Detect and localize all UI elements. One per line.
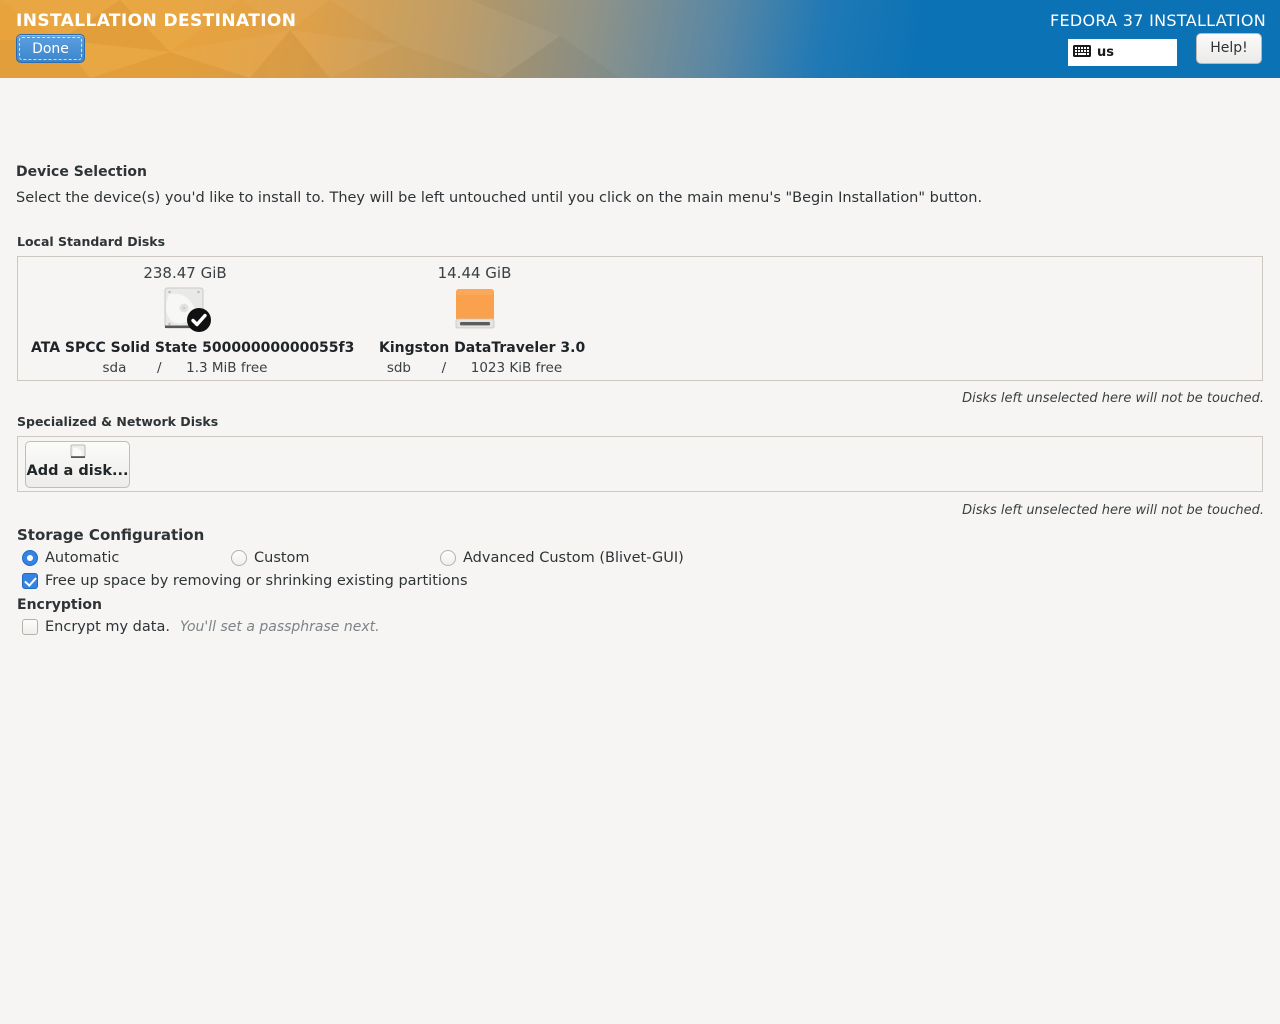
checkbox-encrypt-data-label: Encrypt my data. [45,619,170,635]
keyboard-layout-label: us [1097,45,1114,60]
specialized-disks-panel[interactable] [17,436,1263,492]
disk-meta: sda / 1.3 MiB free [31,360,339,376]
hard-disk-icon [157,286,213,334]
radio-custom-label: Custom [254,550,310,566]
disk-name: Kingston DataTraveler 3.0 [379,340,586,356]
specialized-network-disks-label: Specialized & Network Disks [17,414,219,429]
add-a-disk-label: Add a disk... [26,463,129,479]
disk-free-space: 1.3 MiB free [186,360,268,376]
product-install-title: FEDORA 37 INSTALLATION [1049,11,1266,30]
disk-mountpoint: / [156,360,162,376]
checkbox-reclaim-space-label: Free up space by removing or shrinking e… [45,573,468,589]
encryption-passphrase-hint: You'll set a passphrase next. [179,619,380,635]
disk-tile-sdb[interactable]: 14.44 GiB Kingston DataTraveler 3.0 sdb … [379,264,586,376]
disk-capacity: 14.44 GiB [437,264,512,282]
disk-free-space: 1023 KiB free [470,360,563,376]
keyboard-layout-indicator[interactable]: us [1068,39,1177,66]
radio-custom[interactable]: Custom [231,550,310,566]
checkbox-encrypt-data[interactable]: Encrypt my data. You'll set a passphrase… [22,619,380,635]
done-button[interactable]: Done [16,34,85,63]
add-a-disk-button[interactable]: Add a disk... [25,441,130,488]
page-title: INSTALLATION DESTINATION [16,11,297,31]
disk-device: sdb [386,360,411,376]
keyboard-icon [1073,43,1091,62]
checkbox-reclaim-space-indicator[interactable] [22,573,38,589]
disk-meta: sdb / 1023 KiB free [379,360,570,376]
disk-name: ATA SPCC Solid State 50000000000055f3 [31,340,355,356]
radio-automatic-indicator[interactable] [22,550,38,566]
local-disks-untouched-note: Disks left unselected here will not be t… [962,391,1264,406]
radio-advanced-custom-label: Advanced Custom (Blivet-GUI) [463,550,684,566]
radio-automatic[interactable]: Automatic [22,550,119,566]
radio-automatic-label: Automatic [45,550,120,566]
radio-advanced-custom[interactable]: Advanced Custom (Blivet-GUI) [440,550,684,566]
disk-tile-sda[interactable]: 238.47 GiB ATA SPCC Solid State 50000000… [31,264,355,376]
disk-device: sda [102,360,127,376]
checkbox-encrypt-data-indicator[interactable] [22,619,38,635]
help-button[interactable]: Help! [1196,33,1262,64]
local-standard-disks-label: Local Standard Disks [17,234,166,249]
encryption-heading: Encryption [17,597,102,613]
radio-advanced-custom-indicator[interactable] [440,550,456,566]
storage-configuration-heading: Storage Configuration [17,526,205,544]
radio-custom-indicator[interactable] [231,550,247,566]
disk-icon [26,444,129,464]
installation-destination-content: Device Selection Select the device(s) yo… [0,78,1280,980]
usb-drive-icon [447,286,503,334]
checkbox-reclaim-space[interactable]: Free up space by removing or shrinking e… [22,573,468,589]
installer-header: INSTALLATION DESTINATION Done FEDORA 37 … [0,0,1280,78]
disk-capacity: 238.47 GiB [143,264,227,282]
device-selection-description: Select the device(s) you'd like to insta… [16,190,983,206]
specialized-disks-untouched-note: Disks left unselected here will not be t… [962,503,1264,518]
device-selection-heading: Device Selection [16,164,147,180]
disk-mountpoint: / [441,360,447,376]
